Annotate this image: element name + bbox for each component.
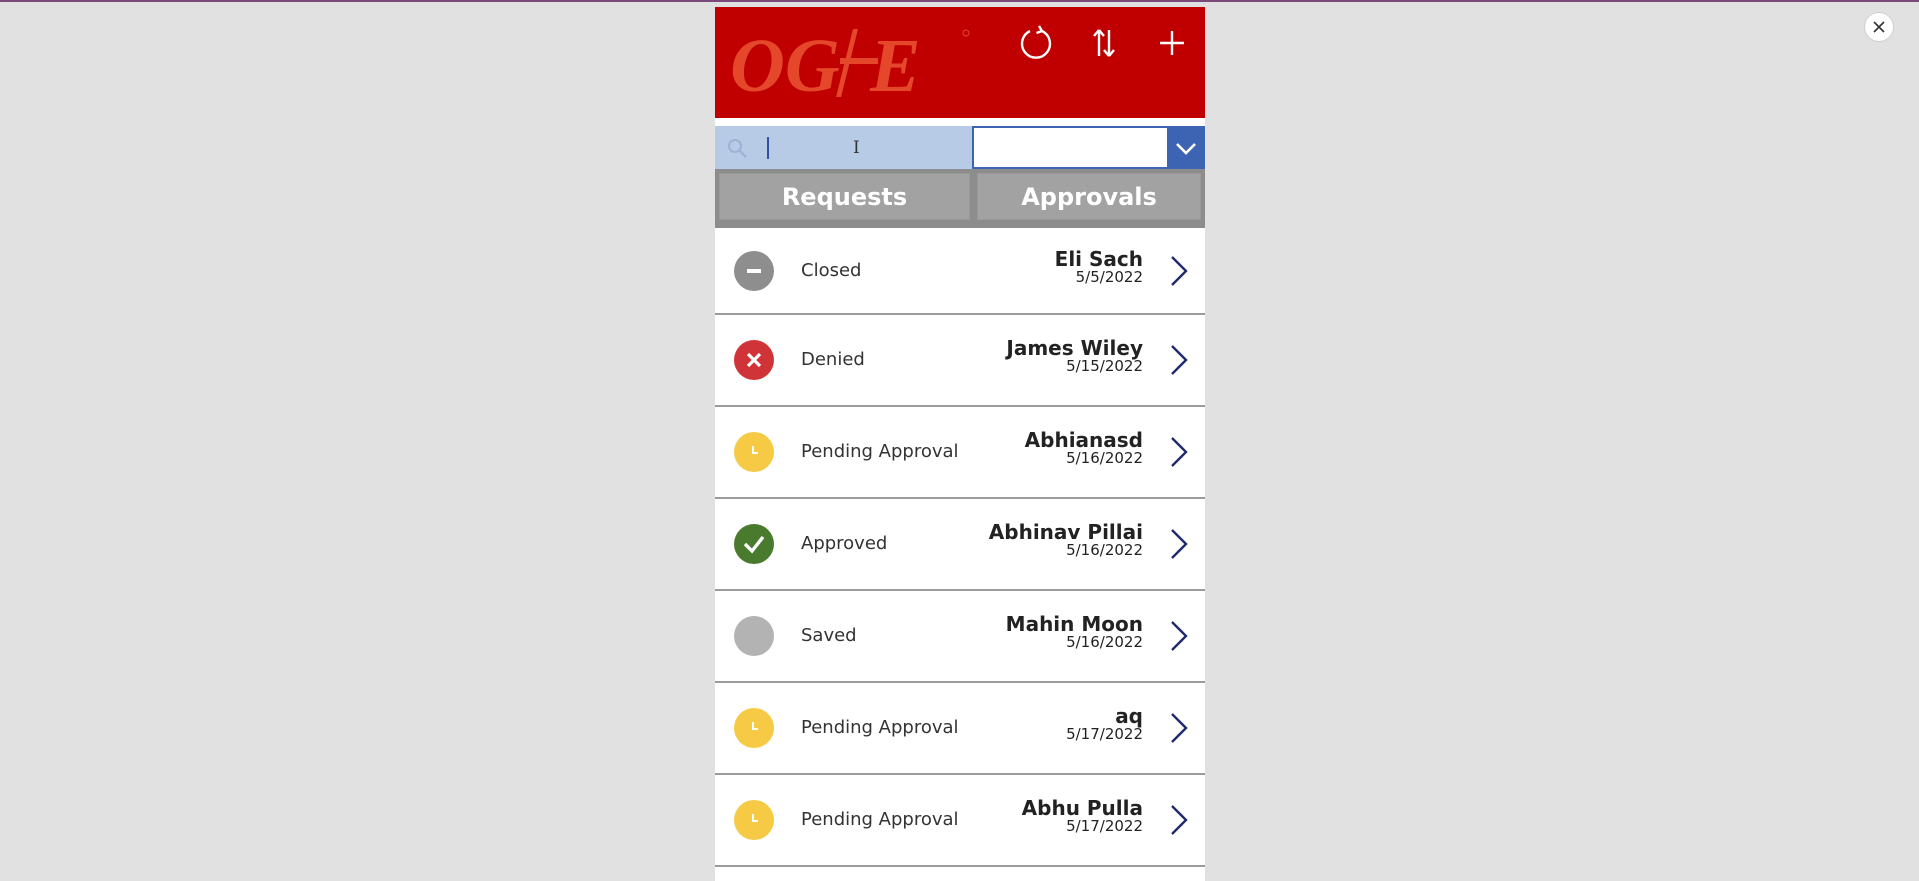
search-icon [728,139,747,158]
add-button[interactable] [1152,23,1192,63]
list-item[interactable]: Denied James Wiley 5/15/2022 [715,315,1205,407]
status-label: Pending Approval [801,441,959,462]
status-pending-badge [734,432,774,472]
search-row: I [715,118,1205,171]
app-header: OG E [715,7,1205,118]
search-input[interactable] [775,126,965,169]
status-label: Pending Approval [801,717,959,738]
request-list: Closed Eli Sach 5/5/2022 Denied James Wi… [715,228,1205,867]
list-item[interactable]: Pending Approval aq 5/17/2022 [715,683,1205,775]
request-date: 5/16/2022 [1066,449,1143,467]
window-top-border [0,0,1919,2]
app-frame: OG E I Requests Approvals Closed Eli Sac… [715,7,1205,881]
text-cursor [767,137,769,159]
chevron-right-icon[interactable] [1167,435,1191,469]
list-item[interactable]: Saved Mahin Moon 5/16/2022 [715,591,1205,683]
clock-icon [752,722,758,730]
list-item[interactable]: Pending Approval Abhu Pulla 5/17/2022 [715,775,1205,867]
status-pending-badge [734,800,774,840]
chevron-right-icon[interactable] [1167,619,1191,653]
clock-icon [752,446,758,454]
status-approved-badge [734,524,774,564]
search-box[interactable]: I [715,126,974,169]
request-date: 5/15/2022 [1066,357,1143,375]
chevron-right-icon[interactable] [1167,254,1191,288]
dropdown-toggle[interactable] [1167,126,1205,171]
status-closed-badge [734,250,774,291]
status-label: Saved [801,625,857,646]
request-date: 5/16/2022 [1066,633,1143,651]
chevron-right-icon[interactable] [1167,711,1191,745]
chevron-down-icon [1176,142,1196,155]
chevron-right-icon[interactable] [1167,343,1191,377]
status-pending-badge [734,708,774,748]
status-label: Closed [801,259,862,281]
tab-bar: Requests Approvals [715,169,1205,228]
status-filter-dropdown[interactable] [974,126,1205,171]
status-label: Approved [801,533,888,554]
minus-icon [747,268,761,273]
close-icon [1873,21,1885,33]
oge-logo: OG E [730,24,970,108]
tab-approvals[interactable]: Approvals [977,173,1201,220]
list-item[interactable]: Pending Approval Abhianasd 5/16/2022 [715,407,1205,499]
status-denied-badge [734,340,774,380]
refresh-button[interactable] [1016,23,1056,63]
chevron-right-icon[interactable] [1167,803,1191,837]
refresh-icon [1020,25,1052,59]
clock-icon [752,814,758,822]
plus-icon [1160,31,1184,55]
chevron-right-icon[interactable] [1167,527,1191,561]
sort-icon [1093,29,1115,57]
ibeam-pointer-icon: I [853,138,860,158]
status-saved-badge [734,616,774,656]
request-date: 5/17/2022 [1066,725,1143,743]
list-item[interactable]: Approved Abhinav Pillai 5/16/2022 [715,499,1205,591]
list-item[interactable]: Closed Eli Sach 5/5/2022 [715,228,1205,315]
tab-requests[interactable]: Requests [719,173,970,220]
check-icon [743,535,765,554]
close-button[interactable] [1864,12,1894,42]
status-label: Pending Approval [801,809,959,830]
svg-text:OG: OG [730,25,840,100]
request-date: 5/17/2022 [1066,817,1143,835]
x-icon [746,352,762,368]
request-date: 5/16/2022 [1066,541,1143,559]
sort-button[interactable] [1084,23,1124,63]
request-date: 5/5/2022 [1075,267,1143,286]
status-label: Denied [801,349,865,370]
